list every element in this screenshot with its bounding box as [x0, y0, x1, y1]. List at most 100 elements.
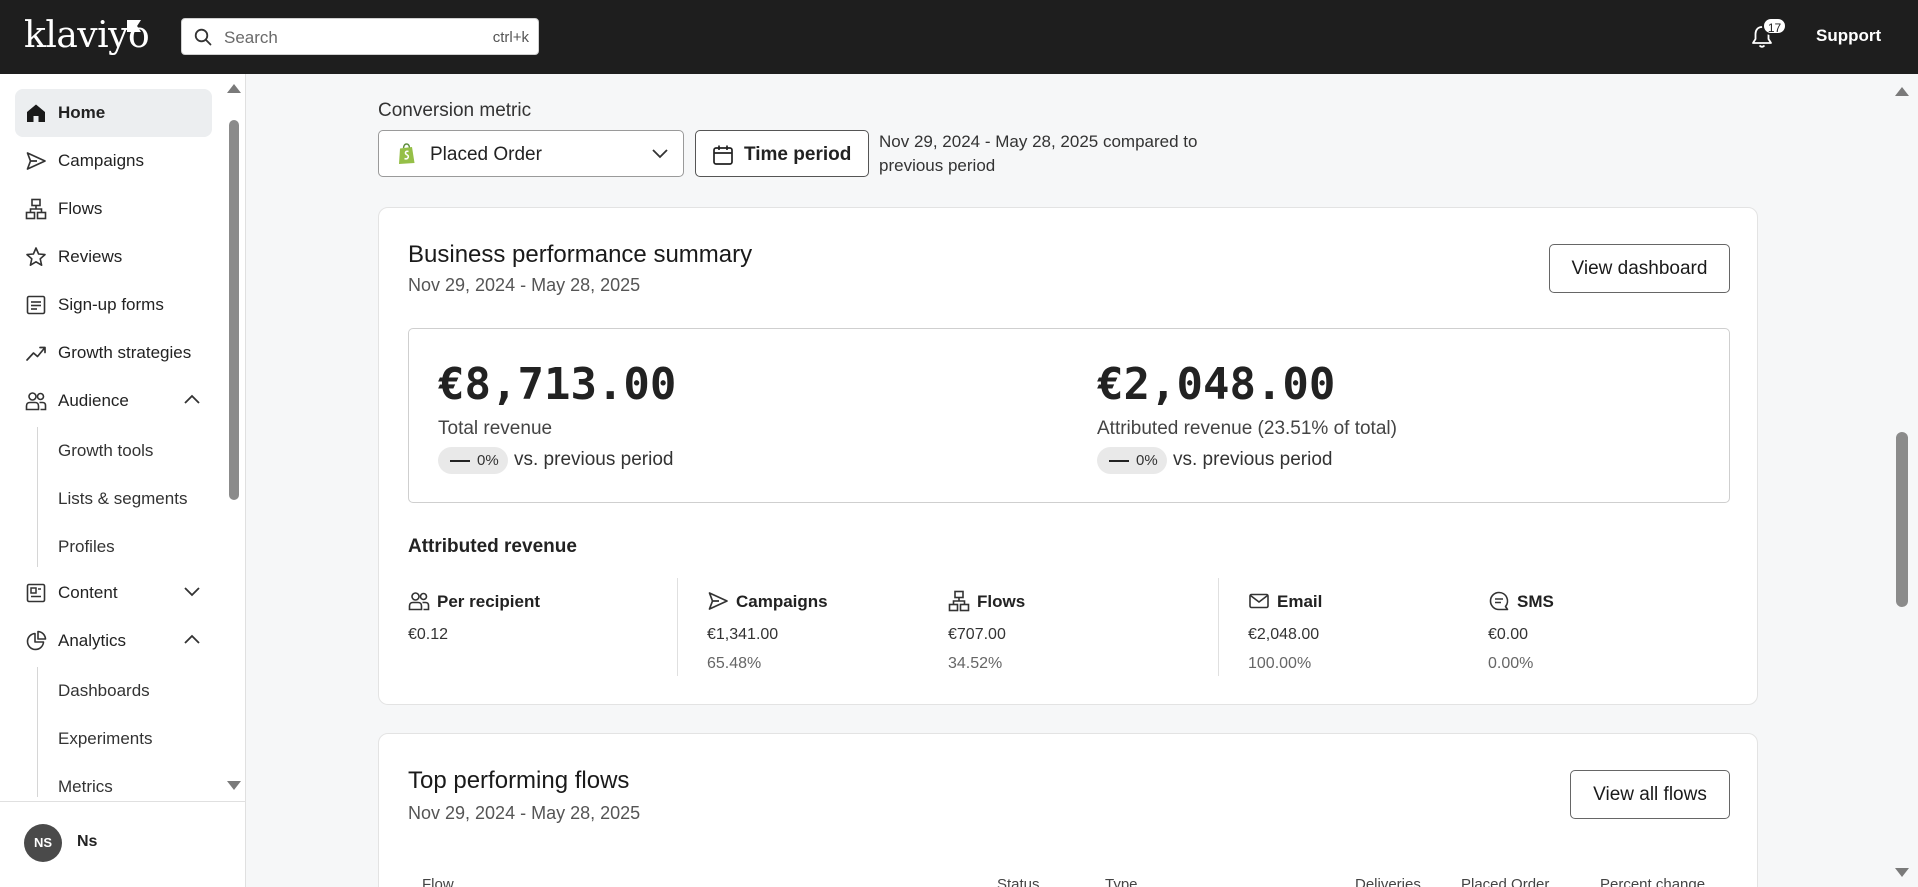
- audience-sub-line: [37, 427, 38, 567]
- scroll-down-arrow-icon[interactable]: [227, 781, 241, 790]
- attributed-revenue-label: Attributed revenue (23.51% of total): [1097, 418, 1397, 439]
- sidebar-item-content[interactable]: Content: [15, 569, 212, 617]
- mail-icon: [1249, 593, 1269, 609]
- stat-flows-label: Flows: [977, 592, 1026, 611]
- sidebar-item-label: Sign-up forms: [58, 295, 164, 314]
- top-bar: klaviyo Search ctrl+k 17 Support: [0, 0, 1918, 74]
- stat-per-recipient-label: Per recipient: [437, 592, 540, 611]
- sidebar-item-home[interactable]: Home: [15, 89, 212, 137]
- sidebar-item-signup-forms[interactable]: Sign-up forms: [15, 281, 212, 329]
- column-header-percent-change[interactable]: Percent change: [1600, 876, 1705, 887]
- revenue-box: €8,713.00 Total revenue 0% vs. previous …: [408, 328, 1730, 503]
- stat-divider: [1218, 578, 1219, 676]
- column-header-placed-order[interactable]: Placed Order: [1461, 876, 1549, 887]
- total-revenue-label: Total revenue: [438, 418, 553, 439]
- card-date-range: Nov 29, 2024 - May 28, 2025: [408, 803, 641, 823]
- calendar-icon: [713, 145, 733, 165]
- attributed-revenue-change-badge: 0%: [1097, 447, 1167, 474]
- people-icon: [25, 392, 47, 411]
- user-account[interactable]: NS Ns: [0, 801, 245, 887]
- analytics-sub-line: [37, 667, 38, 797]
- stat-per-recipient-value: €0.12: [408, 626, 449, 643]
- card-title: Top performing flows: [408, 767, 630, 794]
- sidebar-item-flows[interactable]: Flows: [15, 185, 212, 233]
- sidebar-item-reviews[interactable]: Reviews: [15, 233, 212, 281]
- star-icon: [26, 247, 46, 266]
- sidebar-scrollbar[interactable]: [224, 84, 242, 790]
- sidebar-item-growth-strategies[interactable]: Growth strategies: [15, 329, 212, 377]
- sidebar: Home Campaigns Flows Reviews Sign-up for…: [0, 74, 246, 887]
- dash-icon: [450, 460, 470, 462]
- sidebar-sub-item-metrics[interactable]: Metrics: [58, 777, 113, 797]
- column-header-status[interactable]: Status: [997, 876, 1040, 887]
- sidebar-scroll-thumb[interactable]: [229, 120, 239, 500]
- stat-sms-pct: 0.00%: [1488, 655, 1534, 672]
- change-value: 0%: [1136, 452, 1158, 469]
- sidebar-sub-item-dashboards[interactable]: Dashboards: [58, 681, 150, 701]
- chevron-down-icon: [652, 149, 668, 159]
- notification-badge: 17: [1762, 17, 1787, 35]
- sidebar-item-audience[interactable]: Audience: [15, 377, 212, 425]
- business-performance-card: Business performance summary Nov 29, 202…: [378, 207, 1758, 705]
- sidebar-sub-item-lists-segments[interactable]: Lists & segments: [58, 489, 187, 509]
- scroll-up-arrow-icon[interactable]: [1895, 87, 1909, 96]
- column-header-flow[interactable]: Flow: [422, 876, 454, 887]
- view-dashboard-button[interactable]: View dashboard: [1549, 244, 1730, 293]
- search-placeholder: Search: [224, 28, 278, 47]
- conversion-metric-select[interactable]: Placed Order: [378, 130, 684, 177]
- flow-icon: [25, 198, 47, 220]
- chat-icon: [1489, 591, 1509, 611]
- card-title: Business performance summary: [408, 241, 753, 268]
- sidebar-item-label: Reviews: [58, 247, 123, 266]
- column-header-type[interactable]: Type: [1105, 876, 1138, 887]
- sidebar-item-label: Flows: [58, 199, 103, 218]
- chevron-up-icon: [184, 394, 200, 404]
- attributed-revenue-heading: Attributed revenue: [408, 536, 577, 557]
- search-icon: [194, 28, 212, 46]
- pie-chart-icon: [26, 630, 47, 651]
- stat-flows-value: €707.00: [948, 626, 1006, 643]
- time-period-button[interactable]: Time period: [695, 130, 869, 177]
- dash-icon: [1109, 460, 1129, 462]
- support-link[interactable]: Support: [1816, 26, 1881, 46]
- scroll-down-arrow-icon[interactable]: [1895, 868, 1909, 877]
- user-name: Ns: [77, 833, 98, 850]
- stat-email-label: Email: [1277, 592, 1323, 611]
- view-all-flows-button[interactable]: View all flows: [1570, 770, 1730, 819]
- column-header-deliveries[interactable]: Deliveries: [1355, 876, 1421, 887]
- vs-previous-text: vs. previous period: [514, 449, 674, 470]
- period-comparison-text: Nov 29, 2024 - May 28, 2025 compared to …: [879, 132, 1198, 175]
- trend-icon: [26, 346, 46, 361]
- chevron-up-icon: [184, 634, 200, 644]
- sidebar-item-label: Analytics: [58, 631, 127, 650]
- sidebar-item-label: Campaigns: [58, 151, 144, 170]
- sidebar-sub-item-experiments[interactable]: Experiments: [58, 729, 152, 749]
- stat-email-pct: 100.00%: [1248, 655, 1312, 672]
- scroll-up-arrow-icon[interactable]: [227, 84, 241, 93]
- sidebar-item-label: Content: [58, 583, 118, 602]
- main-scroll-thumb[interactable]: [1896, 432, 1908, 607]
- search-input[interactable]: Search ctrl+k: [181, 18, 539, 55]
- stat-sms-value: €0.00: [1488, 626, 1529, 643]
- people-icon: [408, 592, 430, 611]
- flow-icon: [948, 590, 970, 612]
- sidebar-item-campaigns[interactable]: Campaigns: [15, 137, 212, 185]
- metric-value: Placed Order: [430, 144, 542, 165]
- sidebar-item-label: Growth strategies: [58, 343, 192, 362]
- avatar[interactable]: NS: [24, 824, 62, 862]
- send-icon: [708, 592, 728, 610]
- sidebar-item-label: Home: [58, 103, 106, 122]
- shopify-icon: [399, 143, 415, 164]
- card-date-range: Nov 29, 2024 - May 28, 2025: [408, 275, 641, 295]
- attributed-revenue-value: €2,048.00: [1097, 359, 1336, 410]
- home-icon: [27, 104, 45, 122]
- stat-flows-pct: 34.52%: [948, 655, 1003, 672]
- sidebar-sub-item-profiles[interactable]: Profiles: [58, 537, 115, 557]
- change-value: 0%: [477, 452, 499, 469]
- stat-campaigns-value: €1,341.00: [707, 626, 779, 643]
- sidebar-item-analytics[interactable]: Analytics: [15, 617, 212, 665]
- send-icon: [26, 152, 46, 170]
- top-flows-card: Top performing flows Nov 29, 2024 - May …: [378, 733, 1758, 887]
- sidebar-sub-item-growth-tools[interactable]: Growth tools: [58, 441, 153, 461]
- stat-campaigns-label: Campaigns: [736, 592, 828, 611]
